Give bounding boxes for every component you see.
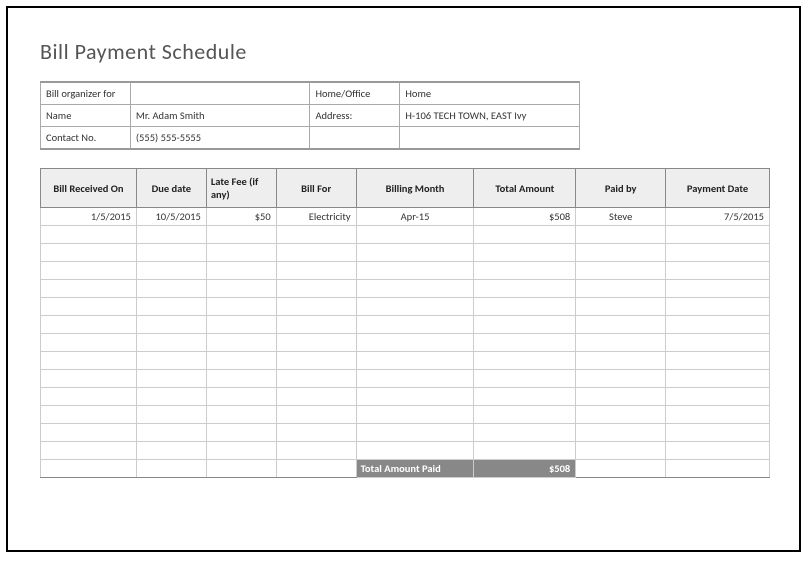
table-row: [41, 244, 770, 262]
homeoffice-value: Home: [400, 82, 580, 105]
page-title: Bill Payment Schedule: [40, 38, 767, 65]
table-row: [41, 298, 770, 316]
cell-bill-received: 1/5/2015: [41, 208, 137, 226]
cell-billing-month: Apr-15: [356, 208, 474, 226]
table-row: [41, 334, 770, 352]
total-label: Total Amount Paid: [356, 460, 474, 478]
page-container: Bill Payment Schedule Bill organizer for…: [6, 6, 801, 552]
organizer-label: Bill organizer for: [41, 82, 131, 105]
table-row: [41, 352, 770, 370]
contact-label: Contact No.: [41, 127, 131, 150]
table-row: [41, 388, 770, 406]
col-billing-month: Billing Month: [356, 169, 474, 208]
table-row: [41, 424, 770, 442]
col-bill-received: Bill Received On: [41, 169, 137, 208]
table-row: [41, 226, 770, 244]
homeoffice-label: Home/Office: [310, 82, 400, 105]
info-table: Bill organizer for Home/Office Home Name…: [40, 81, 580, 150]
cell-total-amount: $508: [474, 208, 576, 226]
empty-label: [310, 127, 400, 150]
cell-due-date: 10/5/2015: [136, 208, 206, 226]
empty-value: [400, 127, 580, 150]
total-value: $508: [474, 460, 576, 478]
table-header-row: Bill Received On Due date Late Fee (if a…: [41, 169, 770, 208]
col-late-fee: Late Fee (if any): [206, 169, 276, 208]
cell-payment-date: 7/5/2015: [666, 208, 770, 226]
table-row: 1/5/2015 10/5/2015 $50 Electricity Apr-1…: [41, 208, 770, 226]
table-row: [41, 262, 770, 280]
col-payment-date: Payment Date: [666, 169, 770, 208]
col-bill-for: Bill For: [276, 169, 356, 208]
cell-late-fee: $50: [206, 208, 276, 226]
cell-paid-by: Steve: [576, 208, 666, 226]
schedule-table: Bill Received On Due date Late Fee (if a…: [40, 168, 770, 478]
name-value: Mr. Adam Smith: [130, 105, 310, 127]
address-label: Address:: [310, 105, 400, 127]
col-total-amount: Total Amount: [474, 169, 576, 208]
table-row: [41, 406, 770, 424]
organizer-value: [130, 82, 310, 105]
col-due-date: Due date: [136, 169, 206, 208]
total-row: Total Amount Paid $508: [41, 460, 770, 478]
col-paid-by: Paid by: [576, 169, 666, 208]
table-row: [41, 316, 770, 334]
name-label: Name: [41, 105, 131, 127]
table-row: [41, 442, 770, 460]
address-value: H-106 TECH TOWN, EAST Ivy: [400, 105, 580, 127]
table-row: [41, 370, 770, 388]
table-row: [41, 280, 770, 298]
cell-bill-for: Electricity: [276, 208, 356, 226]
contact-value: (555) 555-5555: [130, 127, 310, 150]
